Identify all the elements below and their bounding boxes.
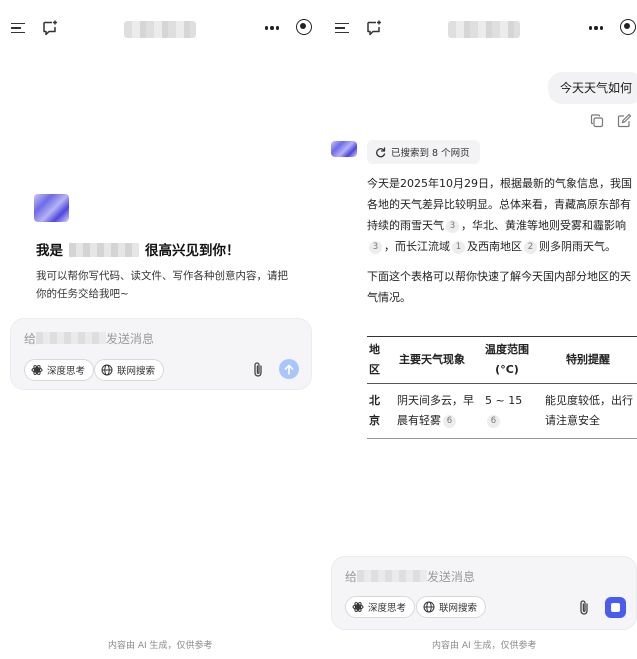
answer-paragraph-2: 下面这个表格可以帮你快速了解今天国内部分地区的天气情况。 (367, 270, 631, 304)
web-search-button[interactable]: 联网搜索 (416, 596, 487, 618)
placeholder-prefix: 给 (24, 332, 37, 346)
citation-badge[interactable]: 3 (369, 241, 382, 254)
cell-temperature-text: 5 ~ 15 (485, 394, 523, 407)
search-status[interactable]: 已搜索到 8 个网页 (367, 140, 480, 164)
paperclip-icon[interactable] (249, 360, 267, 378)
answer-text: ，华北、黄淮等地则受雾和霾影响 (461, 219, 626, 232)
deep-think-icon (352, 601, 364, 613)
table-row: 北京 阴天间多云，早晨有轻雾 6 5 ~ 15 6 能见度较低，出行请注意安全 (367, 384, 637, 439)
send-button[interactable] (279, 359, 299, 379)
table-header-row: 地区 主要天气现象 温度范围(°C) 特别提醒 (367, 336, 637, 384)
weather-table: 地区 主要天气现象 温度范围(°C) 特别提醒 北京 阴天间多云，早晨有轻雾 6 … (367, 336, 637, 439)
assistant-avatar (331, 141, 357, 157)
copy-icon[interactable] (589, 113, 605, 129)
deep-think-label: 深度思考 (368, 603, 407, 614)
message-input[interactable]: 给 发送消息 (24, 330, 154, 347)
more-icon[interactable] (262, 19, 282, 37)
new-chat-icon[interactable] (364, 18, 384, 38)
user-message: 今天天气如何 (548, 72, 637, 104)
web-search-button[interactable]: 联网搜索 (94, 359, 165, 381)
paperclip-icon[interactable] (575, 598, 593, 616)
message-input[interactable]: 给 发送消息 (345, 568, 475, 585)
chat-title (448, 21, 520, 38)
more-icon[interactable] (586, 19, 606, 37)
message-input-box[interactable]: 给 发送消息 深度思考 联网搜索 (10, 318, 312, 390)
stop-icon (611, 603, 620, 612)
assistant-name (69, 243, 139, 257)
citation-badge[interactable]: 2 (524, 241, 537, 254)
welcome-heading: 我是 很高兴见到你！ (36, 239, 240, 259)
assistant-answer: 今天是2025年10月29日，根据最新的气象信息，我国各地的天气差异比较明显。总… (367, 173, 637, 317)
cell-tip: 能见度较低，出行请注意安全 (545, 394, 633, 427)
menu-icon[interactable] (8, 18, 28, 38)
placeholder-suffix: 发送消息 (106, 332, 155, 346)
deep-think-button[interactable]: 深度思考 (345, 596, 416, 618)
chat-panel: 今天天气如何 已搜索到 8 个网页 今天是2025年10月29日，根据最新的气象… (322, 0, 637, 659)
deep-think-button[interactable]: 深度思考 (24, 359, 95, 381)
citation-badge[interactable]: 1 (452, 241, 465, 254)
placeholder-prefix: 给 (345, 570, 358, 584)
top-bar (322, 0, 637, 58)
new-chat-icon[interactable] (40, 18, 60, 38)
ai-disclaimer: 内容由 AI 生成，仅供参考 (432, 641, 537, 651)
assistant-logo (34, 194, 69, 222)
globe-icon (423, 601, 435, 613)
answer-text: 则多阴雨天气。 (539, 240, 616, 253)
target-icon[interactable] (296, 19, 312, 35)
menu-icon[interactable] (332, 18, 352, 38)
edit-icon[interactable] (616, 113, 632, 129)
message-input-box[interactable]: 给 发送消息 深度思考 联网搜索 (331, 556, 637, 630)
cell-temperature: 5 ~ 15 6 (477, 384, 537, 439)
citation-badge[interactable]: 6 (443, 415, 456, 428)
column-header-weather: 主要天气现象 (399, 353, 465, 366)
greeting-suffix: 很高兴见到你！ (145, 243, 240, 259)
deep-think-icon (31, 364, 43, 376)
placeholder-suffix: 发送消息 (427, 570, 476, 584)
globe-icon (101, 364, 113, 376)
cell-weather: 阴天间多云，早晨有轻雾 6 (387, 384, 477, 439)
placeholder-name (357, 570, 428, 582)
ai-disclaimer: 内容由 AI 生成，仅供参考 (108, 641, 213, 651)
answer-text: 及西南地区 (467, 240, 522, 253)
deep-think-label: 深度思考 (47, 366, 86, 377)
column-header-tip: 特别提醒 (566, 353, 610, 366)
answer-text: ，而长江流域 (384, 240, 450, 253)
web-search-label: 联网搜索 (117, 366, 156, 377)
chat-title (124, 21, 196, 38)
answer-paragraph-1: 今天是2025年10月29日，根据最新的气象信息，我国各地的天气差异比较明显。总… (367, 173, 637, 257)
search-refresh-icon (376, 146, 386, 157)
top-bar (0, 0, 320, 58)
target-icon[interactable] (620, 19, 636, 35)
welcome-description: 我可以帮你写代码、读文件、写作各种创意内容，请把你的任务交给我吧~ (36, 270, 288, 300)
greeting-prefix: 我是 (36, 243, 63, 259)
stop-button[interactable] (605, 597, 626, 618)
column-header-region: 地区 (369, 343, 380, 376)
send-icon (284, 364, 294, 375)
search-status-label: 已搜索到 8 个网页 (391, 148, 470, 159)
web-search-label: 联网搜索 (439, 603, 478, 614)
cell-weather-text: 阴天间多云，早晨有轻雾 (397, 394, 474, 427)
citation-badge[interactable]: 6 (487, 415, 500, 428)
cell-region: 北京 (369, 394, 380, 427)
column-header-temperature: 温度范围(°C) (485, 343, 529, 376)
citation-badge[interactable]: 3 (446, 220, 459, 233)
placeholder-name (36, 332, 107, 344)
welcome-panel: 我是 很高兴见到你！ 我可以帮你写代码、读文件、写作各种创意内容，请把你的任务交给… (0, 0, 320, 659)
